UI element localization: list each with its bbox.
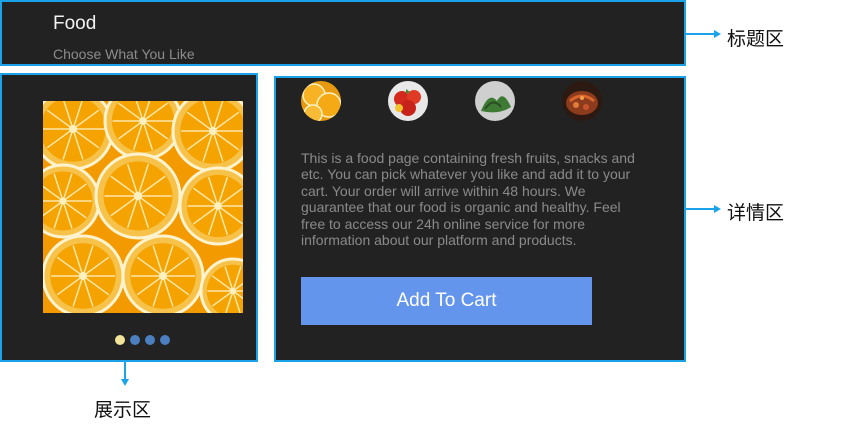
greens-thumbnail[interactable] xyxy=(475,81,515,121)
carousel-dot-2[interactable] xyxy=(130,335,140,345)
display-area-label: 展示区 xyxy=(94,399,152,421)
detail-area-pointer-line xyxy=(686,208,714,210)
carousel-dot-1[interactable] xyxy=(115,335,125,345)
title-area-arrow-icon xyxy=(714,30,721,38)
display-area-pointer-line xyxy=(124,362,126,379)
carousel-dot-3[interactable] xyxy=(145,335,155,345)
carousel-dots xyxy=(115,335,170,345)
gallery-panel xyxy=(0,73,258,362)
orange-thumbnail[interactable] xyxy=(301,81,341,121)
detail-area-arrow-icon xyxy=(714,205,721,213)
title-area-label: 标题区 xyxy=(727,28,785,50)
page-title: Food xyxy=(53,13,97,34)
add-to-cart-button[interactable]: Add To Cart xyxy=(301,277,592,325)
dish-thumbnail[interactable] xyxy=(562,81,602,121)
product-description: This is a food page containing fresh fru… xyxy=(301,150,635,249)
tomato-thumbnail[interactable] xyxy=(388,81,428,121)
display-area-arrow-icon xyxy=(121,379,129,386)
page-subtitle: Choose What You Like xyxy=(53,46,195,62)
carousel-dot-4[interactable] xyxy=(160,335,170,345)
orange-slices-image xyxy=(43,101,243,313)
detail-area-label: 详情区 xyxy=(727,202,785,224)
detail-panel: This is a food page containing fresh fru… xyxy=(274,76,686,362)
title-area-pointer-line xyxy=(686,33,714,35)
header-panel: Food Choose What You Like xyxy=(0,0,686,66)
